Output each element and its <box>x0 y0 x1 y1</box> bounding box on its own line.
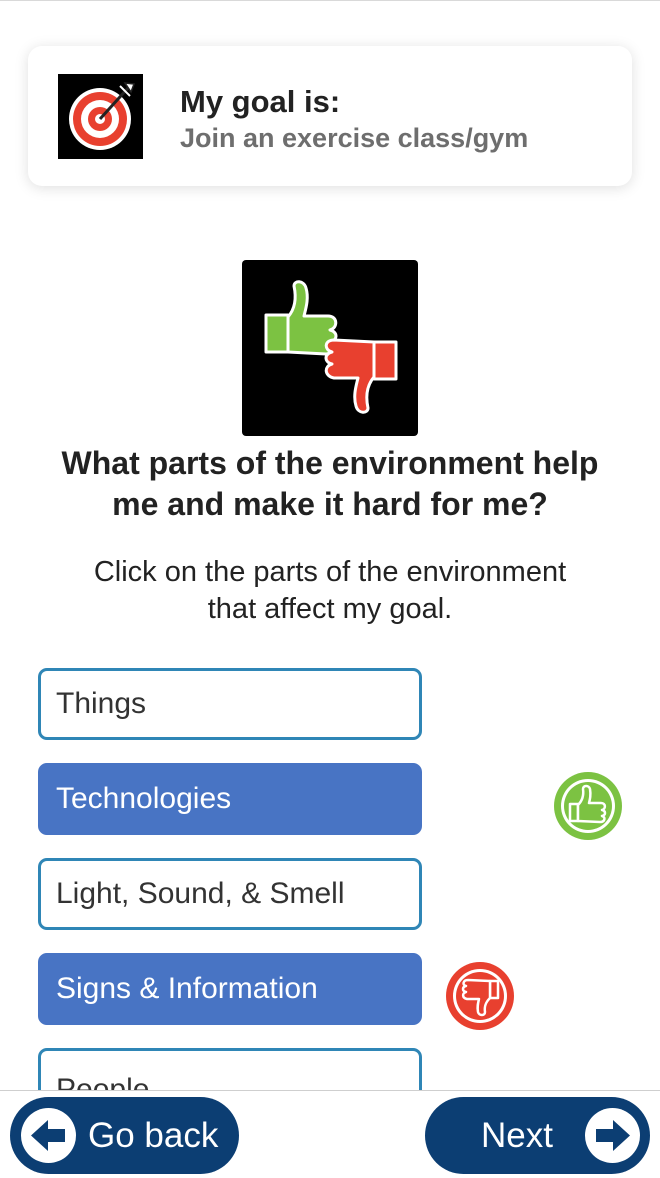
instruction-line-1: Click on the parts of the environment <box>93 556 567 588</box>
goal-card: My goal is: Join an exercise class/gym <box>28 46 632 186</box>
option-signs-information[interactable]: Signs & Information <box>38 953 422 1025</box>
option-things[interactable]: Things <box>38 668 422 740</box>
thumbs-down-icon[interactable] <box>445 961 515 1031</box>
question-line-2: me and make it hard for me? <box>112 486 548 522</box>
option-label: Signs & Information <box>56 972 318 1005</box>
question-line-1: What parts of the environment help <box>61 445 599 481</box>
instruction-text: Click on the parts of the environment th… <box>0 554 660 628</box>
instruction-line-2: that affect my goal. <box>207 593 453 625</box>
top-divider <box>0 0 660 4</box>
go-back-button[interactable]: Go back <box>10 1097 239 1174</box>
next-button[interactable]: Next <box>425 1097 650 1174</box>
target-icon <box>58 74 143 159</box>
arrow-left-icon <box>21 1108 76 1163</box>
option-label: Things <box>56 687 147 720</box>
arrow-right-icon <box>585 1108 640 1163</box>
goal-text: Join an exercise class/gym <box>180 123 529 153</box>
option-technologies[interactable]: Technologies <box>38 763 422 835</box>
goal-title: My goal is: <box>180 84 341 119</box>
question-heading: What parts of the environment help me an… <box>0 443 660 525</box>
go-back-label: Go back <box>88 1116 219 1155</box>
next-label: Next <box>481 1116 553 1155</box>
option-label: Light, Sound, & Smell <box>56 877 345 910</box>
option-light-sound-smell[interactable]: Light, Sound, & Smell <box>38 858 422 930</box>
thumbs-up-down-icon <box>242 260 418 436</box>
option-label: Technologies <box>56 782 232 815</box>
thumbs-up-icon[interactable] <box>553 771 623 841</box>
